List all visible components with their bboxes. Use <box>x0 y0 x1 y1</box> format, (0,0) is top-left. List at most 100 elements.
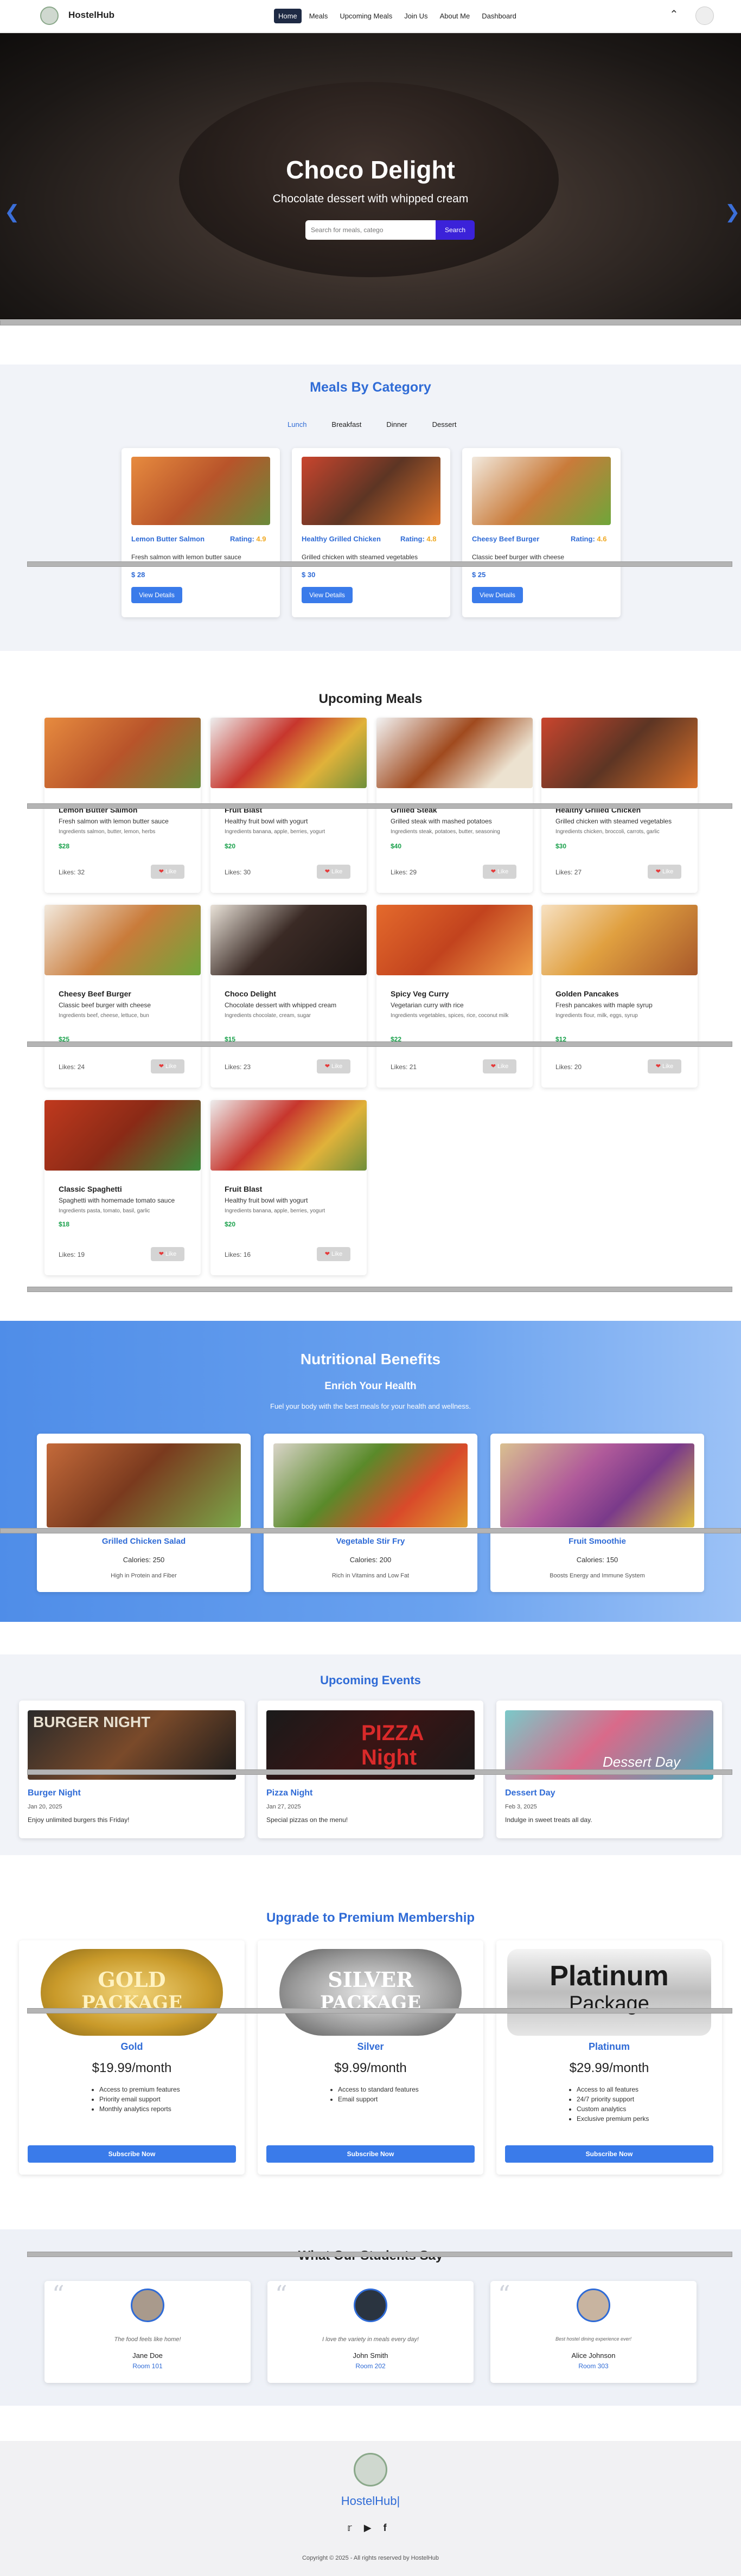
like-button[interactable]: ❤ Like <box>317 1059 350 1073</box>
meals-scrollbar-1[interactable] <box>27 803 732 809</box>
meal-card: Spicy Veg Curry Vegetarian curry with ri… <box>376 905 533 1088</box>
benefit-calories: Calories: 250 <box>123 1556 165 1564</box>
nav-item-meals[interactable]: Meals <box>305 9 333 23</box>
meals-scrollbar-3[interactable] <box>27 1287 732 1292</box>
hero-scrollbar[interactable] <box>0 320 741 325</box>
gold-badge: GOLD PACKAGE <box>41 1949 223 2036</box>
nav-item-upcoming-meals[interactable]: Upcoming Meals <box>335 9 397 23</box>
like-button[interactable]: ❤ Like <box>317 1247 350 1261</box>
like-label: Like <box>497 868 509 875</box>
subscribe-button[interactable]: Subscribe Now <box>505 2145 713 2163</box>
meal-price: $30 <box>555 842 567 850</box>
package-features: Access to premium features Priority emai… <box>99 2086 180 2115</box>
like-button[interactable]: ❤ Like <box>483 865 516 879</box>
category-scrollbar[interactable] <box>27 561 732 567</box>
tab-dessert[interactable]: Dessert <box>432 420 457 429</box>
meal-ingredients: Ingredients chocolate, cream, sugar <box>225 1013 311 1019</box>
tab-lunch[interactable]: Lunch <box>288 420 306 429</box>
youtube-icon[interactable]: ▶ <box>364 2522 372 2534</box>
like-button[interactable]: ❤ Like <box>151 1247 184 1261</box>
meals-scrollbar-2[interactable] <box>27 1041 732 1047</box>
events-title: Upcoming Events <box>320 1673 421 1687</box>
events-scrollbar[interactable] <box>27 1769 732 1775</box>
meal-name: Golden Pancakes <box>555 989 619 998</box>
avatar <box>131 2289 164 2322</box>
nav-item-join-us[interactable]: Join Us <box>400 9 432 23</box>
like-button[interactable]: ❤ Like <box>317 865 350 879</box>
meal-image <box>44 905 201 975</box>
hero-banner: Choco Delight Chocolate dessert with whi… <box>0 33 741 319</box>
package-card: GOLD PACKAGE Gold $19.99/month Access to… <box>19 1940 245 2175</box>
subscribe-button[interactable]: Subscribe Now <box>28 2145 236 2163</box>
testimonial-room: Room 101 <box>132 2362 163 2370</box>
platinum-badge: Platinum Package <box>507 1949 711 2036</box>
likes-count: 30 <box>243 868 251 876</box>
brand-name[interactable]: HostelHub <box>68 10 114 21</box>
footer-logo[interactable] <box>354 2453 387 2486</box>
carousel-prev-icon[interactable]: ❮ <box>4 201 20 223</box>
logo[interactable] <box>40 7 59 25</box>
heart-icon: ❤ <box>158 1251 164 1257</box>
meal-image <box>44 1100 201 1171</box>
view-details-button[interactable]: View Details <box>131 587 182 603</box>
meal-ingredients: Ingredients flour, milk, eggs, syrup <box>555 1013 638 1019</box>
meal-card: Classic Spaghetti Spaghetti with homemad… <box>44 1100 201 1275</box>
likes-count: 23 <box>243 1063 251 1071</box>
subscribe-button[interactable]: Subscribe Now <box>266 2145 475 2163</box>
meal-price: $20 <box>225 842 236 850</box>
view-details-button[interactable]: View Details <box>472 587 523 603</box>
meal-image <box>472 457 611 525</box>
facebook-icon[interactable]: f <box>384 2522 387 2534</box>
meal-price: $18 <box>59 1220 70 1228</box>
heart-icon: ❤ <box>490 868 496 875</box>
rating-label: Rating: <box>571 535 595 543</box>
tab-breakfast[interactable]: Breakfast <box>331 420 361 429</box>
feature-item: 24/7 priority support <box>577 2095 649 2103</box>
meal-image <box>44 718 201 788</box>
like-button[interactable]: ❤ Like <box>151 865 184 879</box>
package-price: $19.99/month <box>92 2061 172 2075</box>
meal-name: Fruit Blast <box>225 1185 263 1193</box>
user-avatar[interactable] <box>695 7 714 25</box>
avatar <box>577 2289 610 2322</box>
meal-likes: Likes: 24 <box>59 1063 85 1071</box>
carousel-next-icon[interactable]: ❯ <box>725 201 740 223</box>
feature-item: Monthly analytics reports <box>99 2105 180 2113</box>
meal-name: Cheesy Beef Burger <box>59 989 131 998</box>
meal-image <box>210 718 367 788</box>
testimonials-scrollbar[interactable] <box>27 2252 732 2257</box>
meal-ingredients: Ingredients pasta, tomato, basil, garlic <box>59 1208 150 1214</box>
chevron-up-icon[interactable]: ⌃ <box>669 8 679 21</box>
hero-search-input[interactable] <box>305 220 436 240</box>
package-features: Access to standard features Email suppor… <box>338 2086 419 2105</box>
card-desc: Grilled chicken with steamed vegetables <box>302 553 418 561</box>
hero-search-button[interactable]: Search <box>436 220 475 240</box>
tab-dinner[interactable]: Dinner <box>386 420 407 429</box>
view-details-button[interactable]: View Details <box>302 587 353 603</box>
benefits-scrollbar[interactable] <box>0 1528 741 1533</box>
meal-name: Choco Delight <box>225 989 276 998</box>
premium-scrollbar[interactable] <box>27 2008 732 2014</box>
benefit-image <box>500 1443 694 1527</box>
twitter-icon[interactable]: 𝕣 <box>347 2522 352 2534</box>
package-card: Platinum Package Platinum $29.99/month A… <box>496 1940 722 2175</box>
meal-image <box>302 457 440 525</box>
nav-item-dashboard[interactable]: Dashboard <box>477 9 521 23</box>
heart-icon: ❤ <box>324 1063 330 1070</box>
heart-icon: ❤ <box>324 868 330 875</box>
benefit-image <box>273 1443 468 1527</box>
likes-label: Likes: <box>59 868 76 876</box>
meal-desc: Spaghetti with homemade tomato sauce <box>59 1197 175 1204</box>
like-button[interactable]: ❤ Like <box>483 1059 516 1073</box>
like-button[interactable]: ❤ Like <box>648 865 681 879</box>
nav-item-about-me[interactable]: About Me <box>436 9 475 23</box>
badge-top: GOLD <box>98 1967 166 1992</box>
testimonial-card: “ I love the variety in meals every day!… <box>267 2281 474 2383</box>
like-button[interactable]: ❤ Like <box>151 1059 184 1073</box>
event-title: Pizza Night <box>266 1788 313 1798</box>
meal-ingredients: Ingredients beef, cheese, lettuce, bun <box>59 1013 149 1019</box>
like-button[interactable]: ❤ Like <box>648 1059 681 1073</box>
meal-image <box>131 457 270 525</box>
nav-item-home[interactable]: Home <box>274 9 302 23</box>
likes-label: Likes: <box>555 1063 573 1071</box>
